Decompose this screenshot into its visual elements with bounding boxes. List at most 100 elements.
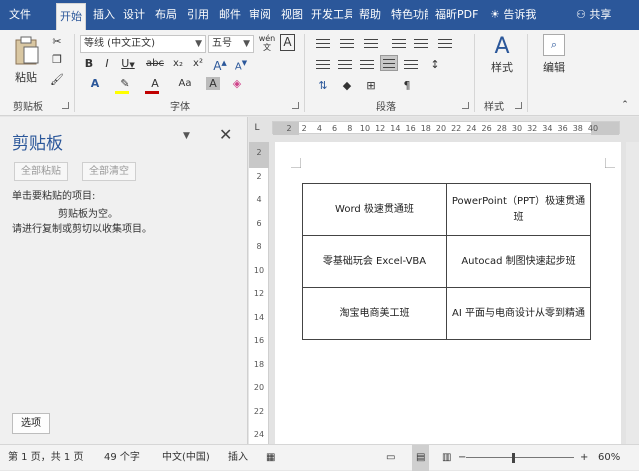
clear-all-button[interactable]: 全部清空 (82, 162, 136, 181)
align-center-button[interactable] (336, 57, 354, 73)
show-marks-button[interactable]: ¶ (398, 78, 416, 93)
collapse-ribbon-button[interactable]: ⌃ (618, 98, 632, 113)
tab-6[interactable]: 邮件 (216, 0, 242, 30)
table-cell[interactable]: Word 极速贯通班 (302, 183, 447, 236)
chevron-up-icon: ⌃ (621, 100, 629, 110)
brush-icon: 🖌 (50, 73, 64, 86)
align-right-button[interactable] (358, 57, 376, 73)
table-cell[interactable]: Autocad 制图快速起步班 (446, 235, 591, 288)
table-cell[interactable]: 零基础玩会 Excel-VBA (302, 235, 447, 288)
zoom-slider-track[interactable] (466, 457, 574, 458)
editing-button[interactable]: ⌕ 编辑 (534, 34, 574, 75)
table-cell[interactable]: 淘宝电商美工班 (302, 287, 447, 340)
line-spacing-button[interactable]: ↕ (426, 57, 444, 72)
clear-format-button[interactable]: ◈ (228, 76, 246, 91)
chevron-down-icon[interactable]: ▼ (243, 36, 250, 52)
zoom-slider-thumb[interactable] (512, 453, 515, 463)
phonetic-guide-button[interactable]: wén 文 (258, 34, 276, 52)
increase-indent-button[interactable] (412, 36, 430, 52)
paragraph-launcher[interactable] (462, 102, 469, 109)
styles-launcher[interactable] (515, 102, 522, 109)
web-layout-icon[interactable]: ▥ (442, 445, 451, 471)
zoom-out-button[interactable]: − (458, 445, 466, 471)
tab-3[interactable]: 设计 (120, 0, 148, 30)
read-mode-icon[interactable]: ▭ (386, 445, 395, 471)
pane-menu-button[interactable]: ▼ (183, 131, 190, 141)
zoom-level[interactable]: 60% (598, 445, 620, 471)
bullets-button[interactable] (314, 36, 332, 52)
tab-5[interactable]: 引用 (184, 0, 212, 30)
table-cell[interactable]: PowerPoint（PPT）极速贯通班 (446, 183, 591, 236)
font-name-combo[interactable]: 等线 (中文正文) ▼ (80, 35, 206, 53)
highlight-color-bar (115, 91, 129, 94)
shrink-font-button[interactable]: A▼ (233, 56, 249, 74)
copy-button[interactable]: ❐ (48, 52, 66, 67)
language[interactable]: 中文(中国) (162, 445, 210, 471)
tab-7[interactable]: 审阅 (246, 0, 274, 30)
tab-1[interactable]: 开始 (56, 3, 86, 30)
pane-close-button[interactable]: ✕ (219, 125, 232, 144)
ruler-tick-label: 2 (286, 124, 292, 133)
numbering-button[interactable] (338, 36, 356, 52)
underline-button[interactable]: U▼ (118, 56, 138, 73)
subscript-button[interactable]: x₂ (170, 56, 186, 71)
options-button[interactable]: 选项 (12, 413, 50, 434)
tab-0[interactable]: 文件 (6, 0, 34, 30)
decrease-indent-button[interactable] (390, 36, 408, 52)
page-count[interactable]: 第 1 页，共 1 页 (8, 445, 83, 471)
multilevel-list-button[interactable] (362, 36, 380, 52)
shading-button[interactable]: ◆ (338, 78, 356, 93)
change-case-button[interactable]: Aa (172, 76, 198, 91)
shrink-font-label: A (234, 61, 242, 73)
table-cell[interactable]: AI 平面与电商设计从零到精通 (446, 287, 591, 340)
char-border-button[interactable]: A (280, 34, 295, 51)
tab-selector[interactable]: L (251, 122, 263, 134)
tell-me-box[interactable]: ☀ 告诉我 (490, 0, 536, 30)
clear-all-label: 全部清空 (89, 166, 129, 177)
tab-9[interactable]: 开发工具 (308, 0, 352, 30)
highlight-button[interactable]: ✎ (112, 76, 138, 94)
tab-8[interactable]: 视图 (278, 0, 304, 30)
char-shading-button[interactable]: A (202, 76, 224, 91)
format-painter-button[interactable]: 🖌 (48, 72, 66, 87)
effects-button[interactable]: A (82, 76, 108, 91)
table-row: 零基础玩会 Excel-VBA Autocad 制图快速起步班 (302, 235, 591, 288)
styles-button[interactable]: A 样式 (482, 34, 522, 75)
vertical-scrollbar[interactable] (626, 142, 639, 444)
horizontal-ruler[interactable]: 2 2 4 6 8 10 12 14 16 18 20 22 24 26 28 30 32 34 36 38 40 (272, 121, 620, 135)
insert-mode[interactable]: 插入 (228, 445, 248, 471)
cut-button[interactable]: ✂ (48, 34, 66, 49)
word-count[interactable]: 49 个字 (104, 445, 140, 471)
chevron-down-icon[interactable]: ▼ (129, 61, 134, 69)
tab-4[interactable]: 布局 (152, 0, 180, 30)
tab-2[interactable]: 插入 (90, 0, 116, 30)
share-button[interactable]: ⚇ 共享 (576, 0, 611, 30)
chevron-down-icon[interactable]: ▼ (195, 36, 202, 52)
paste-all-button[interactable]: 全部粘贴 (14, 162, 68, 181)
font-color-button[interactable]: A (142, 76, 168, 94)
tab-10[interactable]: 帮助 (356, 0, 384, 30)
vertical-ruler[interactable]: 2 2 4 6 8 10 12 14 16 18 20 22 24 (249, 142, 269, 444)
font-launcher[interactable] (292, 102, 299, 109)
tab-11[interactable]: 特色功能 (388, 0, 428, 30)
align-left-button[interactable] (436, 36, 454, 52)
grow-font-button[interactable]: A▲ (212, 56, 228, 74)
italic-button[interactable]: I (100, 56, 114, 71)
clipboard-launcher[interactable] (62, 102, 69, 109)
bold-button[interactable]: B (82, 56, 96, 71)
strikethrough-button[interactable]: abc (143, 56, 167, 71)
align-left-button[interactable] (314, 57, 332, 73)
justify-button[interactable] (380, 55, 398, 71)
font-size-combo[interactable]: 五号 ▼ (208, 35, 254, 53)
macro-icon[interactable]: ▦ (266, 445, 275, 471)
sort-button[interactable]: ⇅ (314, 78, 332, 93)
distributed-button[interactable] (402, 57, 420, 73)
zoom-in-button[interactable]: + (580, 445, 588, 471)
paste-button[interactable]: 粘贴 (8, 36, 44, 85)
print-layout-icon[interactable]: ▤ (412, 445, 430, 471)
font-size-value: 五号 (212, 38, 232, 49)
borders-button[interactable]: ⊞ (362, 78, 380, 93)
tab-12[interactable]: 福昕PDF (432, 0, 478, 30)
superscript-button[interactable]: x² (190, 56, 206, 71)
course-table[interactable]: Word 极速贯通班 PowerPoint（PPT）极速贯通班 零基础玩会 Ex… (302, 183, 591, 340)
